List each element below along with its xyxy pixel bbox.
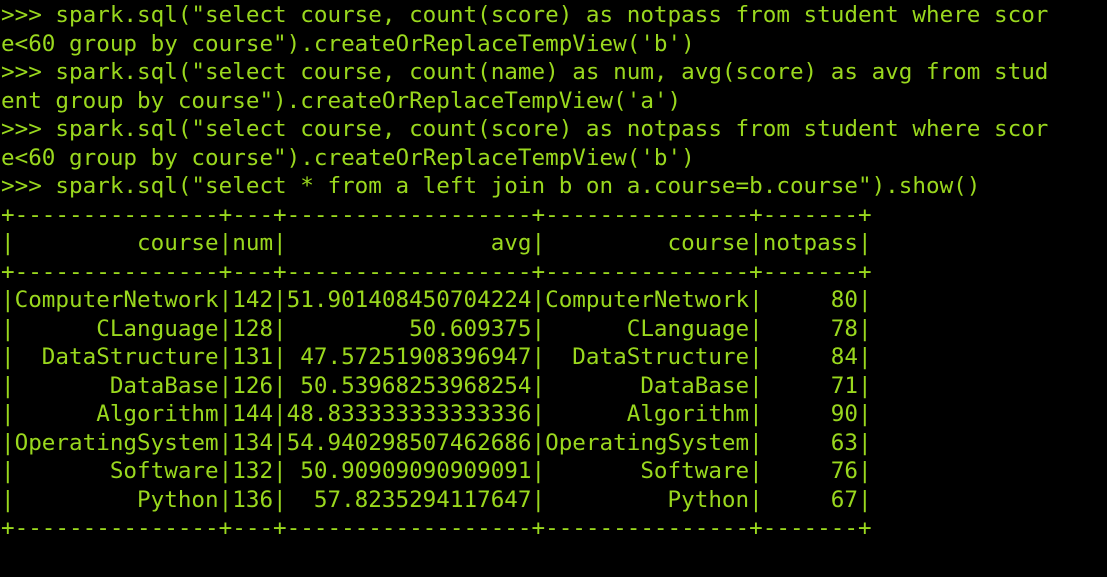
table-row: | DataBase|126| 50.53968253968254| DataB… (1, 372, 872, 399)
terminal-line: >>> spark.sql("select course, count(name… (1, 59, 1049, 85)
table-border-line: +---------------+---+------------------+… (1, 201, 872, 228)
terminal-line: e<60 group by course").createOrReplaceTe… (1, 144, 695, 171)
table-row: | Algorithm|144|48.833333333333336| Algo… (1, 401, 872, 427)
terminal-line: e<60 group by course").createOrReplaceTe… (1, 30, 695, 57)
table-border-line: +---------------+---+------------------+… (1, 258, 872, 285)
table-header-row: | course|num| avg| course|notpass| (1, 230, 872, 256)
table-border-line: +---------------+---+------------------+… (1, 515, 872, 541)
terminal-line: >>> spark.sql("select course, count(scor… (1, 116, 1049, 142)
terminal-window[interactable]: >>> spark.sql("select course, count(scor… (0, 0, 1107, 577)
terminal-line: >>> spark.sql("select * from a left join… (1, 173, 981, 199)
table-row: | DataStructure|131| 47.57251908396947| … (1, 344, 872, 370)
terminal-line: ent group by course").createOrReplaceTem… (1, 87, 682, 114)
table-row: | Software|132| 50.90909090909091| Softw… (1, 458, 872, 484)
table-row: | Python|136| 57.8235294117647| Python| … (1, 486, 872, 513)
terminal-line: >>> spark.sql("select course, count(scor… (1, 2, 1049, 28)
table-row: | CLanguage|128| 50.609375| CLanguage| 7… (1, 315, 872, 342)
input-prompt[interactable]: >>> (1, 570, 42, 577)
table-row: |ComputerNetwork|142|51.901408450704224|… (1, 287, 872, 313)
table-row: |OperatingSystem|134|54.940298507462686|… (1, 429, 872, 456)
